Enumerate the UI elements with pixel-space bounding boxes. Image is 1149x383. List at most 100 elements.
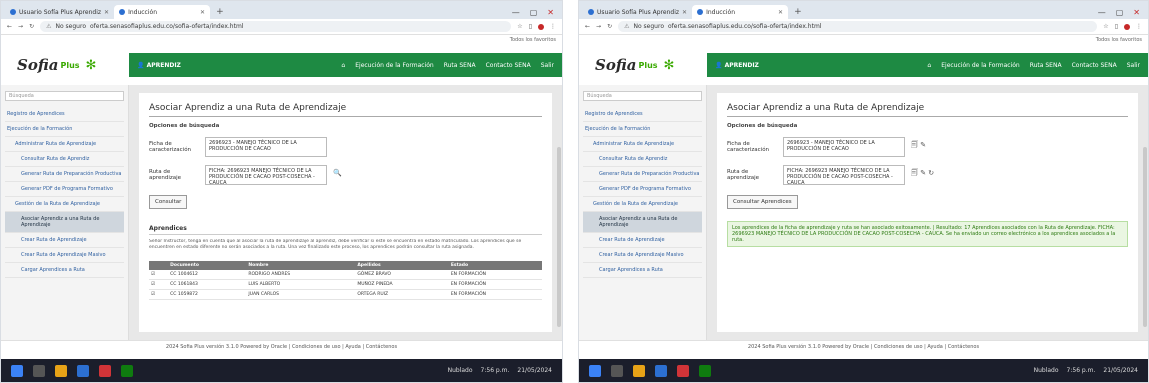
- sidepanel-icon[interactable]: ▯: [1115, 23, 1118, 30]
- minimize-icon[interactable]: —: [1098, 8, 1106, 17]
- ruta-field[interactable]: FICHA: 2696923 MANEJO TÉCNICO DE LA PROD…: [205, 165, 327, 185]
- sidebar-item[interactable]: Registro de Aprendices: [5, 107, 124, 122]
- start-icon[interactable]: [589, 364, 601, 377]
- sidebar-item[interactable]: Cargar Aprendices a Ruta: [583, 263, 702, 278]
- sidebar-item[interactable]: Crear Ruta de Aprendizaje Masivo: [5, 248, 124, 263]
- app-icon[interactable]: [99, 364, 111, 377]
- sidebar-item[interactable]: Crear Ruta de Aprendizaje Masivo: [583, 248, 702, 263]
- sidebar-item[interactable]: Gestión de la Ruta de Aprendizaje: [5, 197, 124, 212]
- sidebar-item[interactable]: Generar Ruta de Preparación Productiva: [5, 167, 124, 182]
- browser-tab-active[interactable]: Inducción ✕: [692, 5, 789, 19]
- close-window-icon[interactable]: ✕: [1133, 8, 1140, 17]
- sidebar-item[interactable]: Gestión de la Ruta de Aprendizaje: [583, 197, 702, 212]
- sidebar-item[interactable]: Administrar Ruta de Aprendizaje: [5, 137, 124, 152]
- profile-icon[interactable]: [538, 23, 544, 30]
- row-checkbox[interactable]: ☑: [149, 289, 169, 300]
- sidebar-item[interactable]: Crear Ruta de Aprendizaje: [5, 233, 124, 248]
- sidebar-item-selected[interactable]: Asociar Aprendiz a una Ruta de Aprendiza…: [5, 212, 124, 233]
- forward-icon[interactable]: →: [18, 23, 23, 30]
- consultar-aprendices-button[interactable]: Consultar Aprendices: [727, 195, 798, 209]
- close-tab-icon[interactable]: ✕: [104, 9, 109, 16]
- close-tab-icon[interactable]: ✕: [200, 9, 205, 16]
- star-icon[interactable]: ☆: [1103, 23, 1108, 30]
- bookmarks-bar[interactable]: Todos los favoritos: [579, 35, 1148, 45]
- clock-time[interactable]: 7:56 p.m.: [481, 367, 510, 374]
- sidebar-item[interactable]: Registro de Aprendices: [583, 107, 702, 122]
- app-icon[interactable]: [699, 364, 711, 377]
- sidebar-item[interactable]: Consultar Ruta de Aprendiz: [5, 152, 124, 167]
- row-checkbox[interactable]: ☑: [149, 270, 169, 280]
- top-menu-item[interactable]: Ejecución de la Formación: [941, 62, 1020, 69]
- sidebar-search-input[interactable]: Búsqueda: [5, 91, 124, 101]
- sidebar-item[interactable]: Consultar Ruta de Aprendiz: [583, 152, 702, 167]
- app-icon[interactable]: [121, 364, 133, 377]
- sidebar-item[interactable]: Generar Ruta de Preparación Productiva: [583, 167, 702, 182]
- search-icon[interactable]: 🔍: [333, 165, 342, 177]
- search-icon[interactable]: [611, 364, 623, 377]
- start-icon[interactable]: [11, 364, 23, 377]
- sidebar-item[interactable]: Ejecución de la Formación: [583, 122, 702, 137]
- browser-tab-active[interactable]: Inducción ✕: [114, 5, 211, 19]
- consultar-button[interactable]: Consultar: [149, 195, 188, 209]
- top-menu-item[interactable]: Salir: [541, 62, 554, 69]
- close-tab-icon[interactable]: ✕: [682, 9, 687, 16]
- forward-icon[interactable]: →: [596, 23, 601, 30]
- chrome-icon[interactable]: [77, 364, 89, 377]
- reload-icon[interactable]: ↻: [607, 23, 612, 30]
- sofia-plus-logo[interactable]: Sofia Plus ✻: [1, 56, 129, 74]
- clock-date[interactable]: 21/05/2024: [517, 367, 552, 374]
- close-window-icon[interactable]: ✕: [547, 8, 554, 17]
- weather-text[interactable]: Nublado: [448, 367, 473, 374]
- minimize-icon[interactable]: —: [512, 8, 520, 17]
- url-field[interactable]: ⚠ No seguro oferta.senasofiaplus.edu.co/…: [618, 21, 1098, 32]
- clock-time[interactable]: 7:56 p.m.: [1067, 367, 1096, 374]
- sidebar-item[interactable]: Ejecución de la Formación: [5, 122, 124, 137]
- scrollbar[interactable]: [1143, 147, 1147, 327]
- new-tab-icon[interactable]: +: [210, 5, 230, 19]
- sidebar-search-input[interactable]: Búsqueda: [583, 91, 702, 101]
- clock-date[interactable]: 21/05/2024: [1103, 367, 1138, 374]
- ficha-field[interactable]: 2696923 - MANEJO TÉCNICO DE LA PRODUCCIÓ…: [205, 137, 327, 157]
- url-field[interactable]: ⚠ No seguro oferta.senasofiaplus.edu.co/…: [40, 21, 512, 32]
- menu-icon[interactable]: ⋮: [1136, 23, 1142, 30]
- back-icon[interactable]: ←: [7, 23, 12, 30]
- close-tab-icon[interactable]: ✕: [778, 9, 783, 16]
- ruta-field[interactable]: FICHA: 2696923 MANEJO TÉCNICO DE LA PROD…: [783, 165, 905, 185]
- home-icon[interactable]: ⌂: [927, 62, 931, 69]
- top-menu-item[interactable]: Ruta SENA: [444, 62, 476, 69]
- top-menu-item[interactable]: Contacto SENA: [1072, 62, 1117, 69]
- sofia-plus-logo[interactable]: Sofia Plus ✻: [579, 56, 707, 74]
- ficha-field[interactable]: 2696923 - MANEJO TÉCNICO DE LA PRODUCCIÓ…: [783, 137, 905, 157]
- top-menu-item[interactable]: Ejecución de la Formación: [355, 62, 434, 69]
- top-menu-item[interactable]: Contacto SENA: [486, 62, 531, 69]
- top-menu-item[interactable]: Ruta SENA: [1030, 62, 1062, 69]
- field-action-icons[interactable]: 🗐 ✎ ↻: [911, 165, 934, 180]
- new-tab-icon[interactable]: +: [788, 5, 808, 19]
- sidebar-item[interactable]: Administrar Ruta de Aprendizaje: [583, 137, 702, 152]
- weather-text[interactable]: Nublado: [1034, 367, 1059, 374]
- field-action-icons[interactable]: 🗐 ✎: [911, 137, 926, 152]
- sidebar-item[interactable]: Generar PDF de Programa Formativo: [5, 182, 124, 197]
- chrome-icon[interactable]: [655, 364, 667, 377]
- star-icon[interactable]: ☆: [517, 23, 522, 30]
- app-icon[interactable]: [677, 364, 689, 377]
- file-explorer-icon[interactable]: [55, 364, 67, 377]
- browser-tab[interactable]: Usuario Sofía Plus Aprendiz ✕: [5, 5, 114, 19]
- maximize-icon[interactable]: ▢: [1116, 8, 1124, 17]
- maximize-icon[interactable]: ▢: [530, 8, 538, 17]
- search-icon[interactable]: [33, 364, 45, 377]
- sidepanel-icon[interactable]: ▯: [529, 23, 532, 30]
- bookmarks-bar[interactable]: Todos los favoritos: [1, 35, 562, 45]
- top-menu-item[interactable]: Salir: [1127, 62, 1140, 69]
- sidebar-item-selected[interactable]: Asociar Aprendiz a una Ruta de Aprendiza…: [583, 212, 702, 233]
- file-explorer-icon[interactable]: [633, 364, 645, 377]
- sidebar-item[interactable]: Crear Ruta de Aprendizaje: [583, 233, 702, 248]
- profile-icon[interactable]: [1124, 23, 1130, 30]
- scrollbar[interactable]: [557, 147, 561, 327]
- home-icon[interactable]: ⌂: [341, 62, 345, 69]
- menu-icon[interactable]: ⋮: [550, 23, 556, 30]
- sidebar-item[interactable]: Generar PDF de Programa Formativo: [583, 182, 702, 197]
- back-icon[interactable]: ←: [585, 23, 590, 30]
- reload-icon[interactable]: ↻: [29, 23, 34, 30]
- sidebar-item[interactable]: Cargar Aprendices a Ruta: [5, 263, 124, 278]
